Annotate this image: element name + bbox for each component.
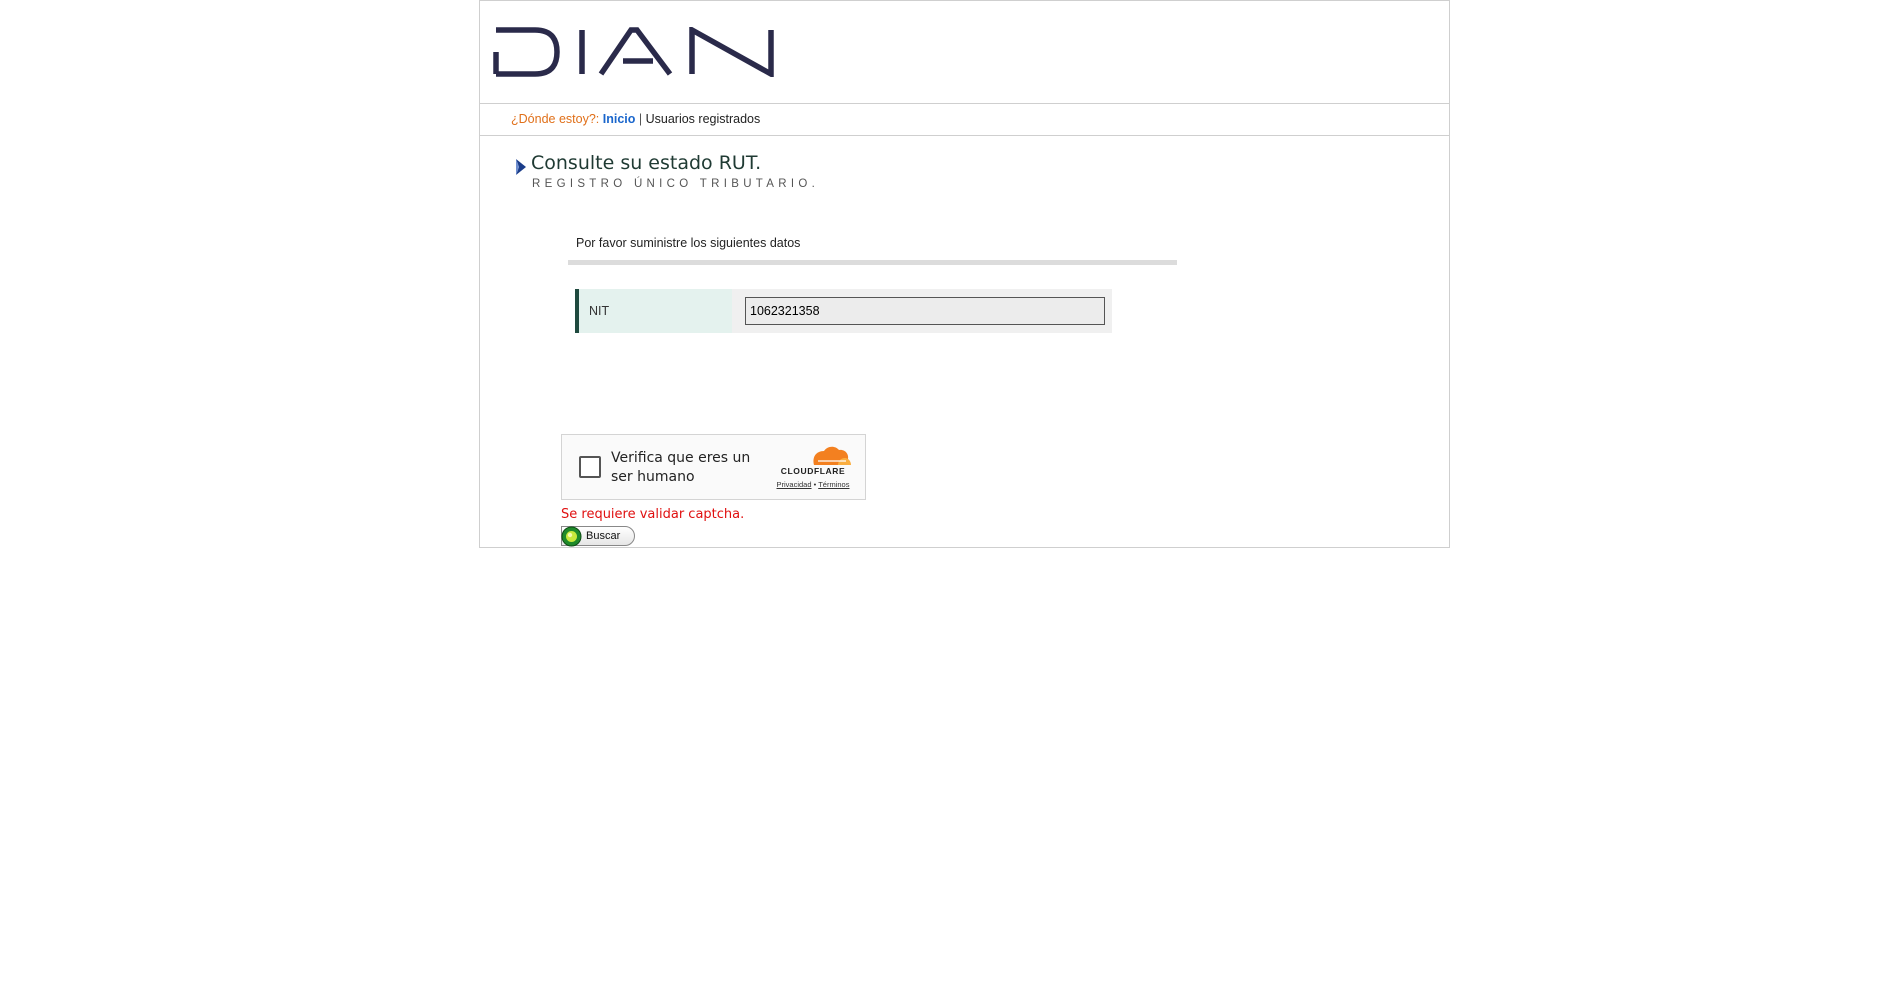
captcha-links: Privacidad • Términos [770, 480, 856, 489]
form-instructions: Por favor suministre los siguientes dato… [576, 236, 801, 250]
link-separator: • [813, 480, 817, 489]
captcha-label: Verifica que eres un ser humano [611, 450, 751, 485]
nit-label: NIT [575, 289, 732, 333]
breadcrumb-current: Usuarios registrados [645, 112, 761, 126]
page-subtitle: REGISTRO ÚNICO TRIBUTARIO. [532, 178, 820, 190]
nit-field-row: NIT [575, 289, 1112, 333]
cloudflare-brand: CLOUDFLARE [780, 466, 846, 476]
main-content: Consulte su estado RUT. REGISTRO ÚNICO T… [480, 136, 1449, 548]
search-button[interactable]: Buscar [561, 526, 635, 547]
divider [568, 260, 1177, 265]
captcha-error-message: Se requiere validar captcha. [561, 507, 745, 522]
header [480, 1, 1449, 104]
search-button-label: Buscar [586, 530, 621, 542]
breadcrumb-where-label: ¿Dónde estoy?: [511, 112, 600, 126]
captcha-checkbox[interactable] [579, 456, 601, 478]
nit-input[interactable] [745, 297, 1105, 325]
breadcrumb: ¿Dónde estoy?: Inicio | Usuarios registr… [480, 104, 1449, 136]
green-circle-icon [561, 526, 582, 547]
cloud-icon [813, 446, 851, 465]
breadcrumb-separator: | [638, 112, 643, 126]
breadcrumb-home-link[interactable]: Inicio [603, 112, 636, 126]
terms-link[interactable]: Términos [818, 480, 849, 489]
privacy-link[interactable]: Privacidad [777, 480, 812, 489]
cloudflare-captcha-widget: Verifica que eres un ser humano CLOUDFLA… [561, 434, 866, 500]
page-frame: ¿Dónde estoy?: Inicio | Usuarios registr… [479, 0, 1450, 548]
dian-logo [493, 27, 774, 77]
page-title: Consulte su estado RUT. [531, 152, 762, 174]
arrow-right-icon [516, 159, 526, 175]
